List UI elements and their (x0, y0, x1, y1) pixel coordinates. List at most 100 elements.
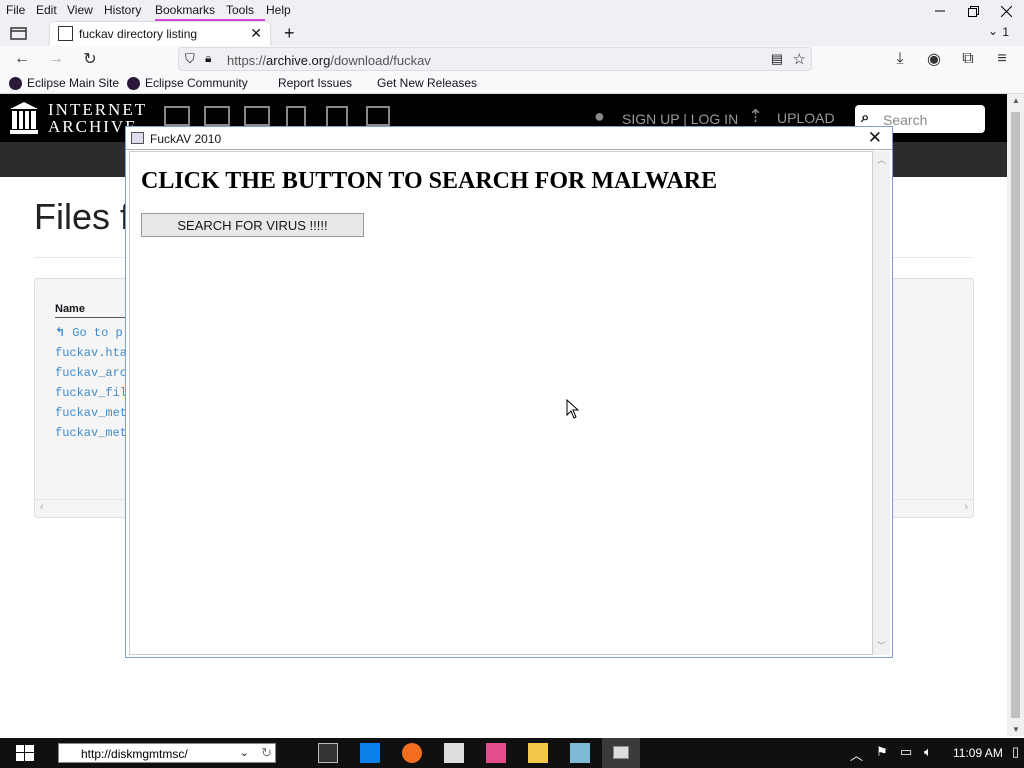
tab-close-icon[interactable]: ✕ (250, 25, 262, 42)
popup-window: FuckAV 2010 ✕ CLICK THE BUTTON TO SEARCH… (125, 126, 893, 658)
chevron-up-icon[interactable]: ︿ (850, 745, 863, 764)
active-app-taskbar-button[interactable] (602, 738, 640, 768)
reader-view-icon[interactable]: ▤ (771, 51, 783, 67)
taskbar-address-text: http://diskmgmtmsc/ (81, 747, 188, 761)
bookmark-report-issues[interactable]: Report Issues (278, 76, 352, 90)
restore-button[interactable] (958, 2, 988, 20)
bookmarks-bar: Eclipse Main Site Eclipse Community Repo… (0, 72, 1024, 94)
notification-icon[interactable]: ▯ (1012, 744, 1019, 760)
shield-icon[interactable]: ⛉ (185, 51, 195, 67)
popup-titlebar[interactable]: FuckAV 2010 ✕ (126, 127, 892, 150)
close-icon (1000, 5, 1012, 17)
tab-active[interactable]: fuckav directory listing ✕ (50, 22, 270, 46)
scroll-up-icon[interactable]: ▲ (1012, 96, 1020, 105)
clock[interactable]: 11:09 AM (953, 746, 1003, 760)
tab-list-icon[interactable] (10, 25, 28, 41)
app-menu-button[interactable]: ≡ (991, 49, 1013, 69)
menu-bar: File Edit View History Bookmarks Tools H… (0, 0, 1024, 21)
scroll-up-icon[interactable]: ︿ (877, 153, 886, 166)
extensions-button[interactable]: ⧉ (957, 49, 979, 69)
new-tab-icon[interactable]: + (284, 23, 295, 44)
menu-history[interactable]: History (104, 3, 141, 17)
file-link[interactable]: fuckav_fil (55, 386, 127, 400)
search-icon: ⌕ (861, 109, 870, 126)
app-window-icon (131, 132, 144, 144)
flag-icon[interactable]: ⚑ (876, 744, 888, 760)
up-arrow-icon: ↰ (55, 325, 66, 339)
tab-count: 1 (1002, 25, 1009, 39)
file-link[interactable]: fuckav_arc (55, 366, 127, 380)
scroll-right-icon[interactable]: › (964, 501, 968, 513)
restore-icon (967, 5, 979, 17)
menu-bookmarks[interactable]: Bookmarks (155, 3, 215, 17)
app-icon[interactable] (444, 743, 464, 763)
column-header-name[interactable]: Name (55, 303, 85, 315)
notepad-icon[interactable] (570, 743, 590, 763)
minimize-button[interactable] (925, 2, 955, 20)
menu-view[interactable]: View (67, 3, 93, 17)
page-scrollbar-thumb[interactable] (1011, 112, 1020, 718)
windows-start-icon[interactable] (16, 745, 34, 761)
menu-file[interactable]: File (6, 3, 25, 17)
user-icon: ● (594, 106, 605, 126)
url-bar[interactable]: ⛉ 🔒︎ https://archive.org/download/fuckav… (178, 47, 812, 71)
cat-app-icon[interactable] (486, 743, 506, 763)
chevron-down-icon[interactable]: ⌄ (240, 746, 249, 759)
forward-button[interactable]: → (45, 49, 67, 69)
reload-button[interactable]: ↻ (79, 49, 101, 69)
network-icon[interactable]: ▭ (900, 744, 912, 760)
file-explorer-icon[interactable] (528, 743, 548, 763)
sign-up-log-in-link[interactable]: SIGN UP | LOG IN (622, 111, 738, 127)
tab-bar: fuckav directory listing ✕ + ⌄ 1 (0, 21, 1024, 46)
firefox-icon[interactable] (402, 743, 422, 763)
video-icon[interactable] (244, 106, 270, 126)
account-icon: ◉ (927, 51, 941, 68)
bookmark-eclipse-main[interactable]: Eclipse Main Site (9, 76, 119, 90)
parent-directory-link[interactable]: ↰ Go to p (55, 325, 123, 340)
bookmark-get-new-releases[interactable]: Get New Releases (377, 76, 477, 90)
close-window-button[interactable] (991, 2, 1021, 20)
taskbar: http://diskmgmtmsc/ ⌄ ↻ ︿ ⚑ ▭ 🔈︎ 11:09 A… (0, 738, 1024, 768)
archive-favicon-icon (58, 26, 73, 41)
lock-icon[interactable]: 🔒︎ (205, 51, 211, 66)
minimize-icon (935, 10, 945, 12)
scroll-down-icon[interactable]: ﹀ (877, 639, 886, 652)
web-icon[interactable] (164, 106, 190, 126)
windows-store-icon[interactable] (360, 743, 380, 763)
scroll-left-icon[interactable]: ‹ (40, 501, 44, 513)
menu-tools[interactable]: Tools (226, 3, 254, 17)
software-icon[interactable] (326, 106, 348, 128)
download-icon: ⤓ (896, 50, 904, 67)
page-title: Files f (34, 196, 131, 237)
images-icon[interactable] (366, 106, 390, 126)
scroll-down-icon[interactable]: ▼ (1012, 725, 1020, 734)
nav-bar: ← → ↻ ⛉ 🔒︎ https://archive.org/download/… (0, 46, 1024, 72)
window-app-icon (613, 746, 629, 759)
back-button[interactable]: ← (11, 49, 33, 69)
page-scrollbar[interactable]: ▲ ▼ (1007, 94, 1024, 736)
bookmark-eclipse-community[interactable]: Eclipse Community (127, 76, 248, 90)
upload-link[interactable]: UPLOAD (777, 110, 835, 126)
bookmark-star-icon[interactable]: ☆ (793, 50, 806, 68)
file-link[interactable]: fuckav.hta (55, 346, 127, 360)
taskbar-address-bar[interactable]: http://diskmgmtmsc/ ⌄ ↻ (58, 743, 276, 763)
search-for-virus-button[interactable]: SEARCH FOR VIRUS !!!!! (141, 213, 364, 237)
popup-close-icon[interactable]: ✕ (868, 128, 882, 148)
arrow-left-icon: ← (14, 50, 30, 67)
audio-icon[interactable] (286, 106, 306, 128)
texts-icon[interactable] (204, 106, 230, 126)
account-button[interactable]: ◉ (923, 49, 945, 69)
refresh-icon[interactable]: ↻ (261, 745, 272, 761)
file-link[interactable]: fuckav_met (55, 426, 127, 440)
menu-edit[interactable]: Edit (36, 3, 57, 17)
chevron-down-icon[interactable]: ⌄ (988, 24, 998, 38)
cmd-icon[interactable] (318, 743, 338, 763)
file-link[interactable]: fuckav_met (55, 406, 127, 420)
volume-icon[interactable]: 🔈︎ (924, 744, 932, 760)
arrow-right-icon: → (48, 50, 64, 67)
downloads-button[interactable]: ⤓ (889, 49, 911, 69)
menu-help[interactable]: Help (266, 3, 291, 17)
archive-logo-icon[interactable] (10, 102, 38, 134)
popup-scrollbar[interactable]: ︿ ﹀ (873, 151, 890, 655)
mouse-cursor-icon (566, 399, 580, 419)
